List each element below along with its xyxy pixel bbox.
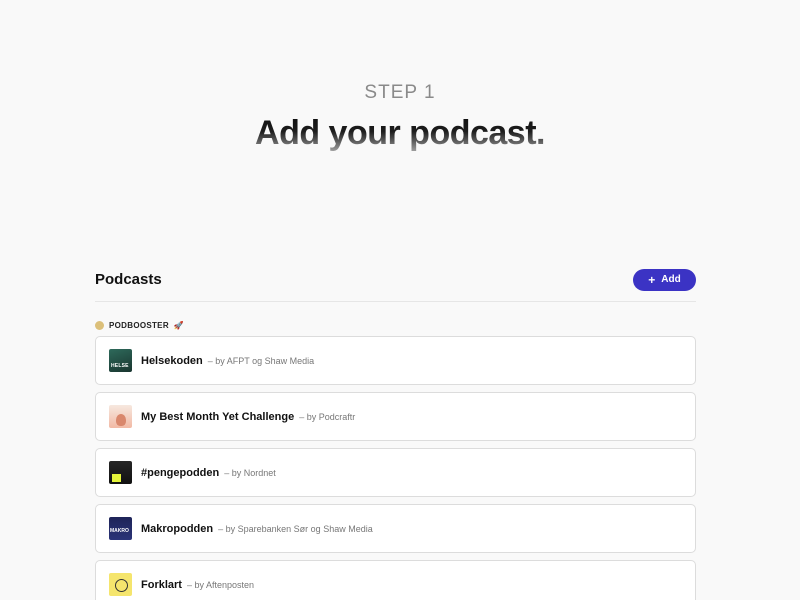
panel-title: Podcasts <box>95 271 162 288</box>
podcast-author: – by Nordnet <box>224 467 276 478</box>
podcast-card-pengepodden[interactable]: #pengepodden – by Nordnet <box>95 448 696 497</box>
group-label: PODBOOSTER <box>109 320 169 330</box>
podcast-cover-image <box>109 517 132 540</box>
add-button-label: Add <box>661 274 681 285</box>
podcast-cover-image <box>109 349 132 372</box>
podcast-title: Helsekoden <box>141 354 203 367</box>
podcast-author: – by Sparebanken Sør og Shaw Media <box>218 523 373 534</box>
podcast-card-my-best-month-yet[interactable]: My Best Month Yet Challenge – by Podcraf… <box>95 392 696 441</box>
add-podcast-button[interactable]: + Add <box>633 268 696 291</box>
plus-icon: + <box>648 272 656 287</box>
podcast-list: Helsekoden – by AFPT og Shaw Media My Be… <box>95 336 696 600</box>
rocket-icon: 🚀 <box>173 320 185 330</box>
podcast-author: – by Podcraftr <box>299 411 356 422</box>
panel-header: Podcasts + Add <box>95 266 696 302</box>
podcast-author: – by Aftenposten <box>186 579 255 590</box>
podcast-title: Makropodden <box>141 522 214 535</box>
podcast-cover-image <box>109 405 132 428</box>
podcast-cover-image <box>109 573 132 596</box>
podcast-title: Forklart <box>141 578 182 591</box>
podcast-cover-image <box>109 461 132 484</box>
podcast-card-helsekoden[interactable]: Helsekoden – by AFPT og Shaw Media <box>95 336 696 385</box>
page-title: Add your podcast. <box>0 114 800 153</box>
podcasts-panel: Podcasts + Add PODBOOSTER 🚀 Helsekoden –… <box>95 266 696 600</box>
podcast-card-makropodden[interactable]: Makropodden – by Sparebanken Sør og Shaw… <box>95 504 696 553</box>
group-header: PODBOOSTER 🚀 <box>95 319 696 331</box>
podcast-title: #pengepodden <box>141 466 220 479</box>
step-label: STEP 1 <box>364 82 436 103</box>
podcast-title: My Best Month Yet Challenge <box>141 410 295 423</box>
group-status-dot <box>95 320 104 330</box>
podcast-author: – by AFPT og Shaw Media <box>207 355 315 366</box>
podcast-card-forklart[interactable]: Forklart – by Aftenposten <box>95 560 696 600</box>
